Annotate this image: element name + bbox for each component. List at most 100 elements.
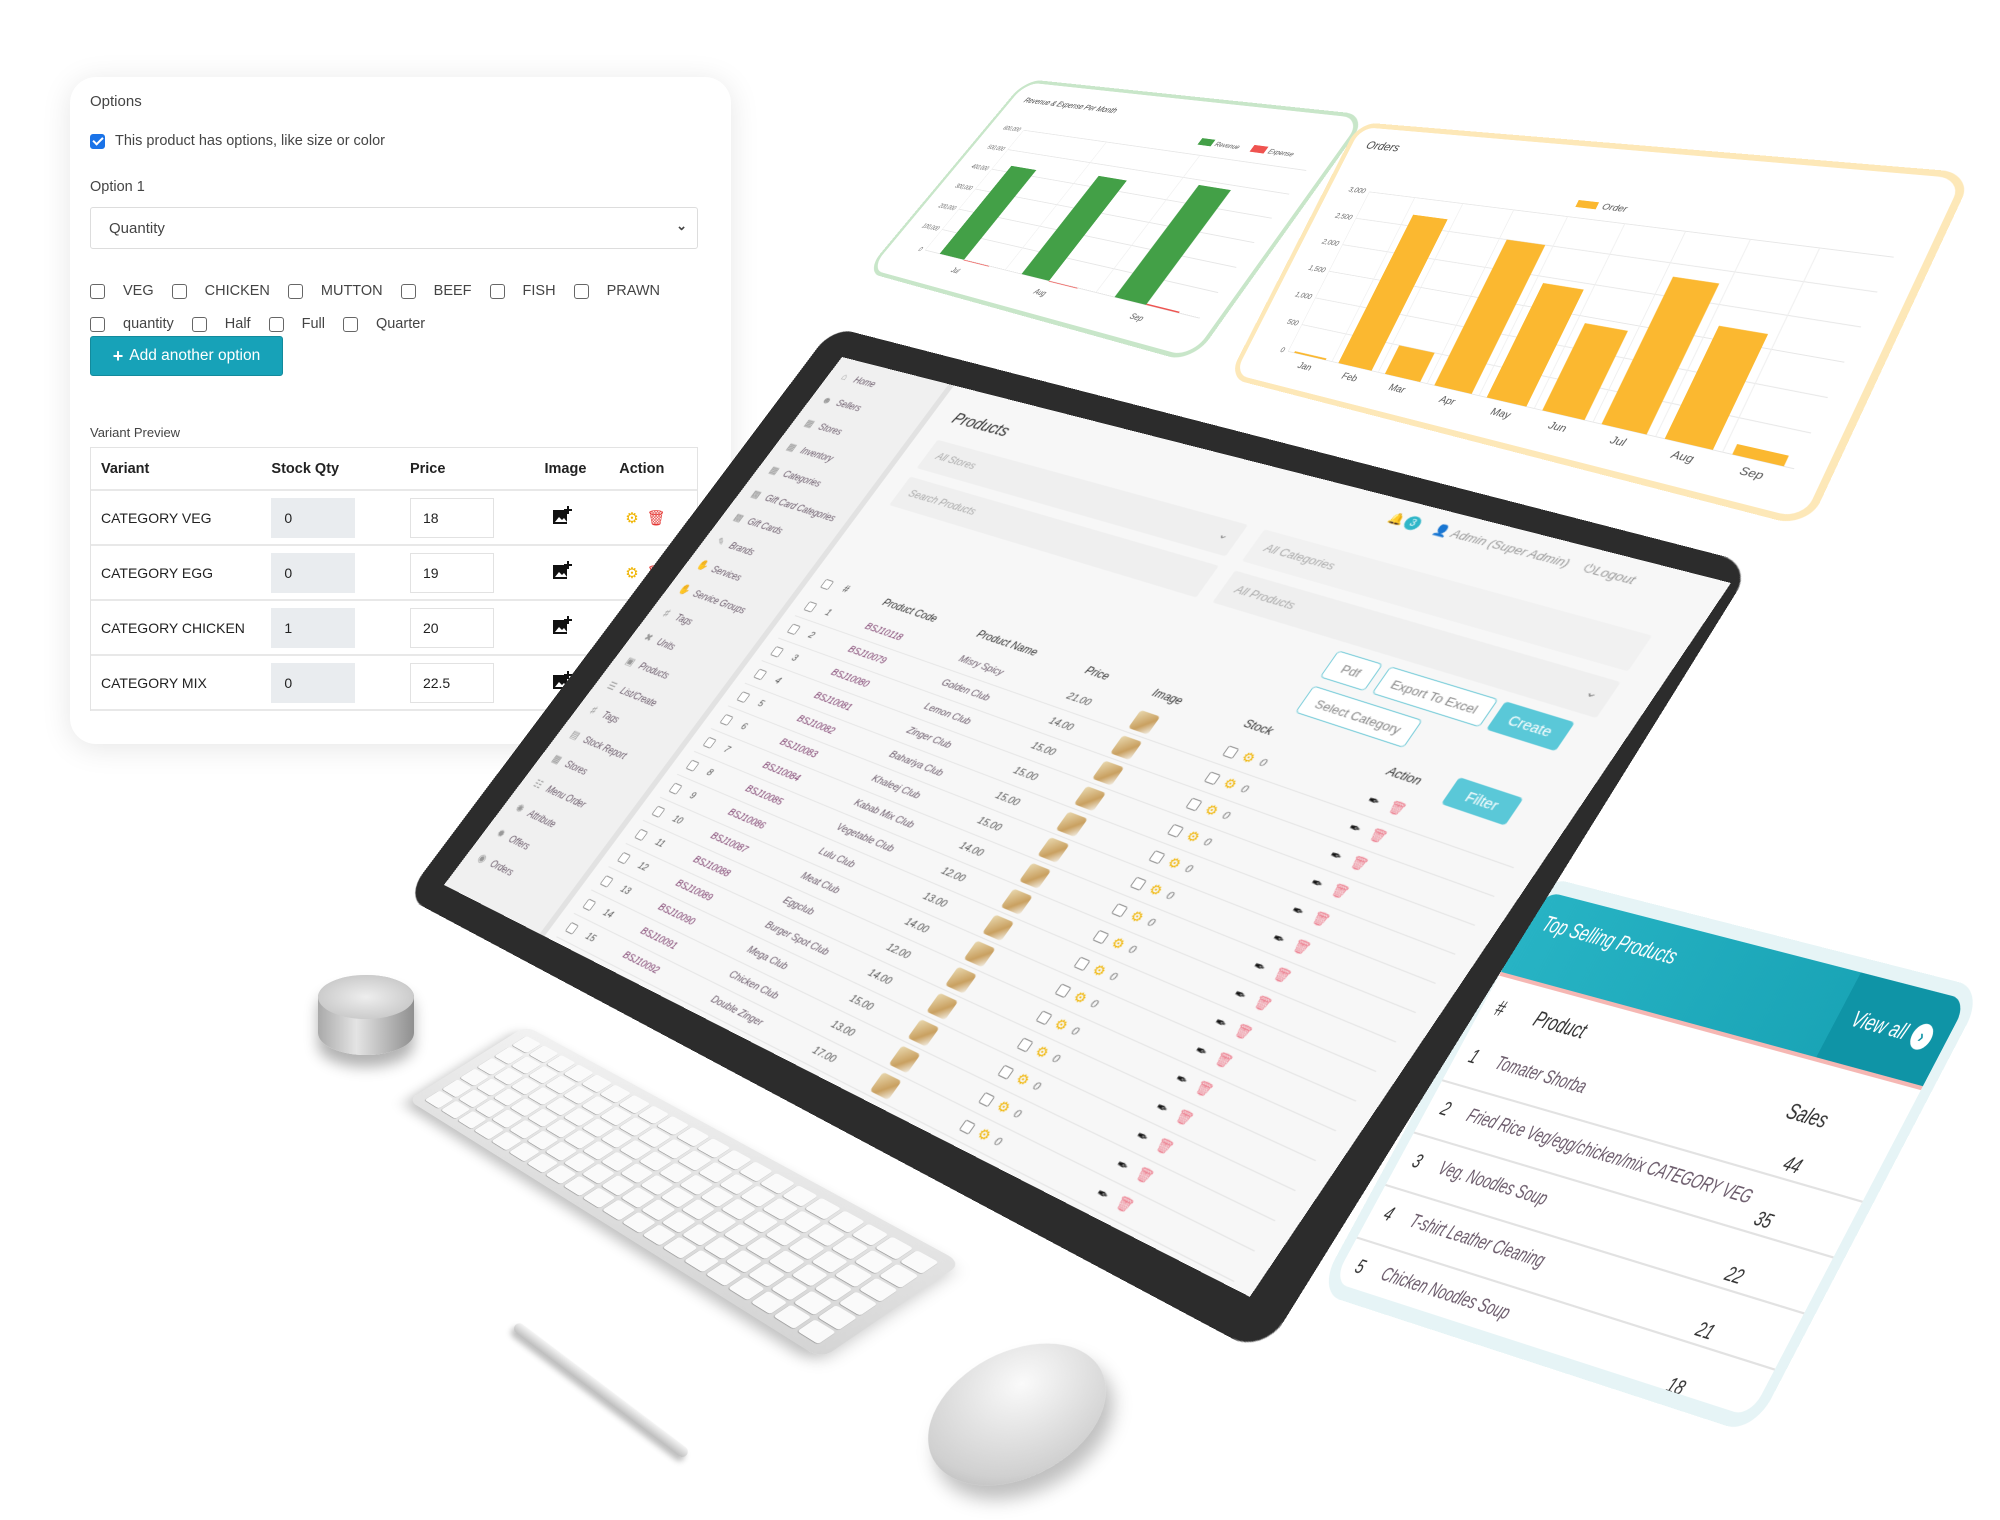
- delete-icon[interactable]: 🗑: [1250, 993, 1276, 1014]
- trash-icon[interactable]: 🗑: [647, 509, 666, 527]
- gear-icon[interactable]: ⚙: [1126, 907, 1147, 926]
- choice-checkbox[interactable]: [268, 316, 284, 332]
- sidebar-item[interactable]: ✎ Brands: [712, 534, 758, 558]
- delete-icon[interactable]: 🗑: [1365, 826, 1391, 846]
- gear-icon[interactable]: ⚙: [1070, 988, 1090, 1008]
- sidebar-item[interactable]: ⌂ Home: [836, 370, 879, 389]
- gear-icon[interactable]: ⚙: [1201, 801, 1222, 819]
- gear-icon[interactable]: ⚙: [1145, 881, 1166, 900]
- stock-checkbox[interactable]: [1203, 771, 1222, 786]
- option-choice[interactable]: quantity: [90, 316, 174, 332]
- edit-icon[interactable]: ✒: [1151, 1098, 1173, 1119]
- edit-icon[interactable]: ✒: [1210, 1013, 1232, 1033]
- price-input[interactable]: 19: [409, 552, 494, 593]
- sidebar-item[interactable]: ▦ Categories: [765, 464, 824, 490]
- gear-icon[interactable]: ⚙: [1051, 1015, 1071, 1035]
- gear-icon[interactable]: ⚙: [993, 1097, 1014, 1117]
- add-image-icon[interactable]: [544, 506, 619, 529]
- choice-checkbox[interactable]: [400, 283, 416, 299]
- pdf-button[interactable]: Pdf: [1319, 650, 1384, 692]
- option-choice[interactable]: PRAWN: [573, 283, 660, 299]
- row-checkbox[interactable]: [719, 713, 734, 726]
- sidebar-item[interactable]: ✋ Services: [694, 558, 745, 584]
- edit-icon[interactable]: ✒: [1229, 985, 1251, 1005]
- option-choice[interactable]: Half: [191, 316, 251, 332]
- stock-checkbox[interactable]: [1185, 797, 1203, 812]
- stock-qty-input[interactable]: 1: [271, 607, 356, 648]
- sidebar-item[interactable]: ✹ Offers: [492, 826, 533, 853]
- choice-checkbox[interactable]: [489, 283, 505, 299]
- gear-icon[interactable]: ⚙: [1032, 1042, 1052, 1062]
- edit-icon[interactable]: ✒: [1287, 901, 1309, 920]
- sidebar-item[interactable]: ▦ Stores: [801, 417, 846, 438]
- stock-qty-input[interactable]: 0: [271, 497, 356, 538]
- row-checkbox[interactable]: [753, 668, 768, 681]
- delete-icon[interactable]: 🗑: [1289, 937, 1314, 958]
- edit-icon[interactable]: ✒: [1325, 846, 1347, 865]
- add-image-icon[interactable]: [544, 561, 619, 584]
- delete-icon[interactable]: 🗑: [1327, 881, 1353, 901]
- choice-checkbox[interactable]: [191, 316, 207, 332]
- edit-icon[interactable]: ✒: [1306, 874, 1328, 893]
- create-button[interactable]: Create: [1486, 701, 1575, 752]
- option-choice[interactable]: MUTTON: [287, 283, 383, 299]
- sidebar-item[interactable]: ▤ Stock Report: [567, 727, 630, 762]
- edit-icon[interactable]: ✒: [1363, 792, 1385, 811]
- row-checkbox[interactable]: [769, 646, 785, 658]
- edit-icon[interactable]: ✒: [1092, 1184, 1114, 1205]
- choice-checkbox[interactable]: [287, 283, 303, 299]
- delete-icon[interactable]: 🗑: [1231, 1022, 1256, 1043]
- edit-icon[interactable]: ✒: [1132, 1126, 1153, 1147]
- delete-icon[interactable]: 🗑: [1346, 854, 1372, 874]
- row-checkbox[interactable]: [564, 921, 579, 935]
- sidebar-item[interactable]: ▦ Stores: [548, 752, 591, 778]
- notification-bell[interactable]: 🔔 3: [1385, 511, 1425, 532]
- edit-icon[interactable]: ✒: [1344, 819, 1366, 838]
- row-checkbox[interactable]: [582, 898, 597, 912]
- gear-icon[interactable]: ⚙: [1164, 854, 1185, 873]
- delete-icon[interactable]: 🗑: [1211, 1050, 1237, 1071]
- edit-icon[interactable]: ✒: [1191, 1041, 1212, 1061]
- sidebar-item[interactable]: ◉ Orders: [474, 850, 517, 879]
- edit-icon[interactable]: ✒: [1268, 929, 1290, 949]
- row-checkbox[interactable]: [651, 805, 666, 818]
- row-checkbox[interactable]: [668, 782, 683, 795]
- row-checkbox[interactable]: [803, 601, 818, 613]
- delete-icon[interactable]: 🗑: [1191, 1078, 1217, 1100]
- row-checkbox[interactable]: [736, 691, 751, 704]
- row-checkbox[interactable]: [702, 736, 717, 749]
- option-choice[interactable]: VEG: [90, 283, 154, 299]
- choice-checkbox[interactable]: [171, 283, 187, 299]
- delete-icon[interactable]: 🗑: [1269, 965, 1295, 986]
- stock-checkbox[interactable]: [997, 1064, 1015, 1080]
- sidebar-item[interactable]: ▩ Gift Cards: [730, 511, 786, 537]
- stock-qty-input[interactable]: 0: [271, 662, 356, 703]
- delete-icon[interactable]: 🗑: [1384, 799, 1410, 819]
- gear-icon[interactable]: ⚙: [1220, 775, 1240, 793]
- row-checkbox[interactable]: [616, 851, 631, 865]
- add-another-option-button[interactable]: + Add another option: [90, 336, 283, 376]
- gear-icon[interactable]: ⚙: [625, 564, 638, 582]
- delete-icon[interactable]: 🗑: [1308, 909, 1334, 929]
- sidebar-item[interactable]: ▦ Inventory: [783, 440, 837, 464]
- choice-checkbox[interactable]: [90, 316, 105, 332]
- option-choice[interactable]: FISH: [489, 283, 556, 299]
- row-checkbox[interactable]: [634, 828, 649, 842]
- row-checkbox[interactable]: [685, 759, 700, 772]
- stock-checkbox[interactable]: [1148, 850, 1166, 865]
- stock-checkbox[interactable]: [1110, 903, 1129, 918]
- option-choice[interactable]: BEEF: [400, 283, 472, 299]
- option-choice[interactable]: Full: [268, 316, 325, 332]
- gear-icon[interactable]: ⚙: [1108, 934, 1128, 953]
- stock-checkbox[interactable]: [1073, 956, 1091, 972]
- price-input[interactable]: 22.5: [409, 662, 494, 703]
- gear-icon[interactable]: ⚙: [1183, 828, 1203, 847]
- price-input[interactable]: 20: [409, 607, 494, 648]
- delete-icon[interactable]: 🗑: [1172, 1107, 1197, 1129]
- delete-icon[interactable]: 🗑: [1132, 1165, 1157, 1187]
- sidebar-item[interactable]: ☷ Menu Order: [530, 776, 590, 811]
- stock-qty-input[interactable]: 0: [271, 552, 356, 593]
- has-options-checkbox[interactable]: [90, 133, 105, 149]
- select-all-checkbox[interactable]: [819, 578, 835, 591]
- gear-icon[interactable]: ⚙: [1089, 961, 1109, 980]
